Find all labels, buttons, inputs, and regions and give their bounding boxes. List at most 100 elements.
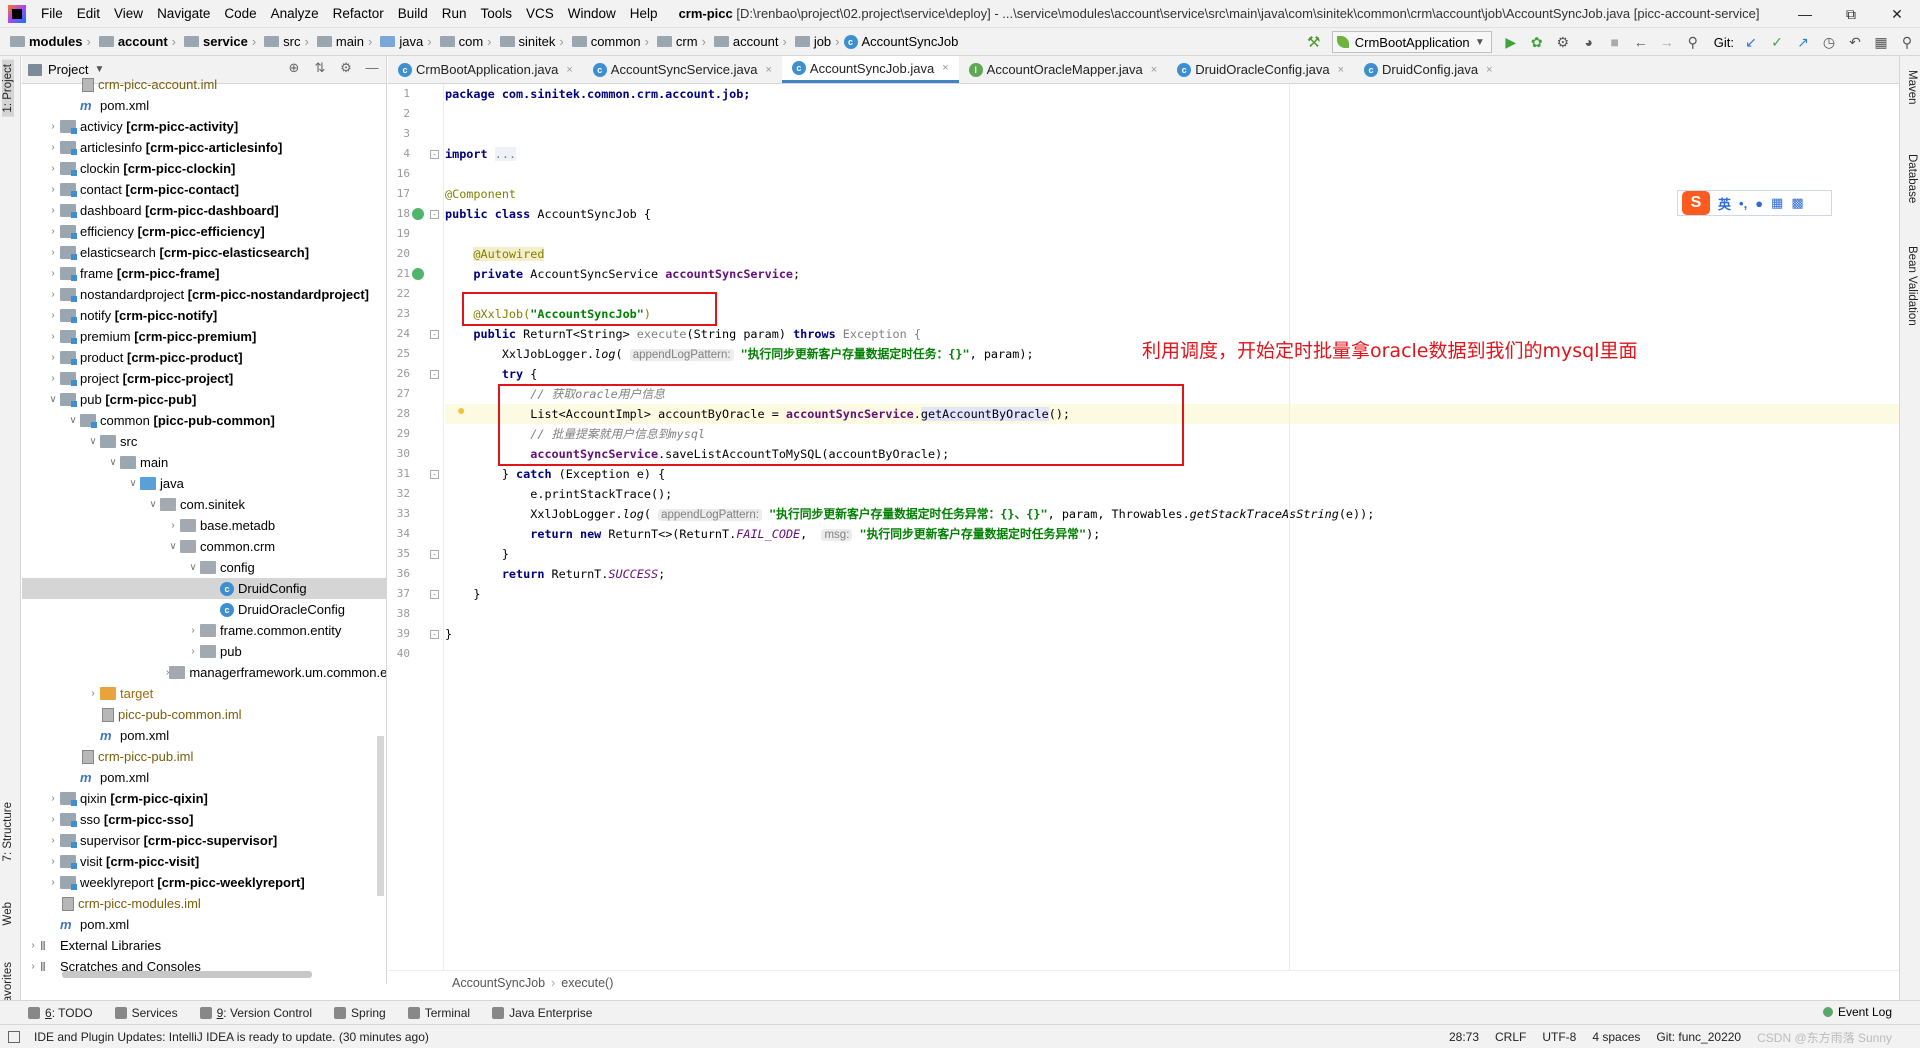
- menu-code[interactable]: Code: [217, 6, 263, 21]
- run-configuration-select[interactable]: CrmBootApplication ▼: [1331, 31, 1492, 53]
- indent-setting[interactable]: 4 spaces: [1592, 1030, 1640, 1044]
- tree-item[interactable]: ∨ pub [crm-picc-pub]: [22, 389, 386, 410]
- restore-icon[interactable]: ⧉: [1828, 0, 1874, 28]
- tree-vertical-scrollbar[interactable]: [377, 736, 384, 896]
- menu-build[interactable]: Build: [391, 6, 435, 21]
- close-icon[interactable]: ✕: [1874, 0, 1920, 28]
- tab-web[interactable]: Web: [2, 902, 14, 925]
- microphone-icon[interactable]: ●: [1755, 196, 1763, 211]
- chevron-right-icon[interactable]: ›: [46, 226, 60, 237]
- chevron-right-icon[interactable]: ›: [46, 310, 60, 321]
- lightbulb-icon[interactable]: ●: [457, 402, 469, 418]
- menu-file[interactable]: File: [34, 6, 70, 21]
- keyboard-icon[interactable]: ▦: [1771, 195, 1783, 211]
- tab-project[interactable]: 1: Project: [2, 60, 14, 117]
- chevron-right-icon[interactable]: ›: [46, 835, 60, 846]
- chevron-down-icon[interactable]: ∨: [186, 562, 200, 573]
- editor-tab[interactable]: c AccountSyncJob.java ×: [781, 56, 959, 83]
- tree-item[interactable]: m pom.xml: [22, 914, 386, 935]
- fold-icon[interactable]: -: [430, 210, 439, 219]
- chevron-right-icon[interactable]: ›: [46, 205, 60, 216]
- editor-tab[interactable]: c AccountSyncService.java ×: [583, 56, 782, 83]
- code-editor[interactable]: package com.sinitek.common.crm.account.j…: [445, 84, 1899, 970]
- tree-item[interactable]: › base.metadb: [22, 515, 386, 536]
- tree-item[interactable]: ∨ com.sinitek: [22, 494, 386, 515]
- chevron-right-icon[interactable]: ›: [186, 646, 200, 657]
- close-icon[interactable]: ×: [942, 62, 948, 74]
- back-icon[interactable]: ←: [1628, 31, 1654, 53]
- breadcrumb-item[interactable]: account: [708, 34, 781, 49]
- tree-item[interactable]: ∨ java: [22, 473, 386, 494]
- chevron-right-icon[interactable]: ›: [46, 877, 60, 888]
- editor-tab[interactable]: c DruidConfig.java ×: [1354, 56, 1503, 83]
- breadcrumb-item[interactable]: account: [93, 34, 170, 49]
- breadcrumb-item[interactable]: src: [258, 34, 302, 49]
- git-history-icon[interactable]: ◷: [1816, 31, 1842, 53]
- breadcrumb-item[interactable]: service: [178, 34, 250, 49]
- chevron-down-icon[interactable]: ∨: [166, 541, 180, 552]
- tree-item[interactable]: › visit [crm-picc-visit]: [22, 851, 386, 872]
- menu-help[interactable]: Help: [623, 6, 665, 21]
- search-everywhere-icon[interactable]: ⚲: [1680, 31, 1706, 53]
- tree-item[interactable]: m pom.xml: [22, 725, 386, 746]
- rollback-icon[interactable]: ↶: [1842, 31, 1868, 53]
- tree-item[interactable]: › frame.common.entity: [22, 620, 386, 641]
- tree-item[interactable]: ∨ common [picc-pub-common]: [22, 410, 386, 431]
- menu-window[interactable]: Window: [561, 6, 623, 21]
- tool-window-button[interactable]: Services: [114, 1006, 178, 1020]
- breadcrumb-class[interactable]: AccountSyncJob: [452, 976, 545, 990]
- line-separator[interactable]: CRLF: [1495, 1030, 1526, 1044]
- tree-item[interactable]: › activicy [crm-picc-activity]: [22, 116, 386, 137]
- tool-window-button[interactable]: 9: Version Control: [199, 1006, 312, 1020]
- tree-item[interactable]: › dashboard [crm-picc-dashboard]: [22, 200, 386, 221]
- tree-item[interactable]: › qixin [crm-picc-qixin]: [22, 788, 386, 809]
- tree-item[interactable]: c DruidConfig: [22, 578, 386, 599]
- tree-item[interactable]: › elasticsearch [crm-picc-elasticsearch]: [22, 242, 386, 263]
- chevron-down-icon[interactable]: ∨: [106, 457, 120, 468]
- chevron-right-icon[interactable]: ›: [46, 289, 60, 300]
- ime-punctuation[interactable]: •,: [1739, 196, 1747, 211]
- git-branch[interactable]: Git: func_20220: [1656, 1030, 1741, 1044]
- chevron-right-icon[interactable]: ›: [46, 247, 60, 258]
- menu-view[interactable]: View: [107, 6, 150, 21]
- debug-icon[interactable]: ✿: [1524, 31, 1550, 53]
- chevron-down-icon[interactable]: ∨: [126, 478, 140, 489]
- git-push-icon[interactable]: ↗: [1790, 31, 1816, 53]
- search-icon[interactable]: ⚲: [1894, 31, 1920, 53]
- tool-window-button[interactable]: Terminal: [407, 1006, 470, 1020]
- chevron-right-icon[interactable]: ›: [26, 961, 40, 972]
- chevron-right-icon[interactable]: ›: [46, 373, 60, 384]
- chevron-right-icon[interactable]: ›: [26, 940, 40, 951]
- run-icon[interactable]: ▶: [1498, 31, 1524, 53]
- tree-item[interactable]: ∨ main: [22, 452, 386, 473]
- caret-position[interactable]: 28:73: [1449, 1030, 1479, 1044]
- status-toggle-icon[interactable]: [8, 1030, 20, 1043]
- bean-gutter-icon[interactable]: [412, 208, 424, 220]
- menu-edit[interactable]: Edit: [70, 6, 107, 21]
- git-update-icon[interactable]: ↙: [1738, 31, 1764, 53]
- tree-item[interactable]: ∨ src: [22, 431, 386, 452]
- breadcrumb-item[interactable]: job: [789, 34, 833, 49]
- breadcrumb-item[interactable]: main: [311, 34, 366, 49]
- forward-icon[interactable]: →: [1654, 31, 1680, 53]
- breadcrumb-item[interactable]: sinitek: [494, 34, 558, 49]
- tool-window-button[interactable]: Java Enterprise: [492, 1006, 592, 1020]
- fold-icon[interactable]: -: [430, 330, 439, 339]
- tree-item[interactable]: ∨ common.crm: [22, 536, 386, 557]
- breadcrumb-item[interactable]: crm: [651, 34, 700, 49]
- tree-item[interactable]: m pom.xml: [22, 95, 386, 116]
- tree-item[interactable]: › premium [crm-picc-premium]: [22, 326, 386, 347]
- folded-imports[interactable]: ...: [494, 147, 517, 161]
- chevron-right-icon[interactable]: ›: [186, 625, 200, 636]
- menu-tools[interactable]: Tools: [474, 6, 520, 21]
- tab-maven[interactable]: Maven: [1906, 70, 1918, 105]
- fold-icon[interactable]: -: [430, 630, 439, 639]
- tree-item[interactable]: crm-picc-account.iml: [22, 74, 386, 95]
- event-log-button[interactable]: Event Log: [1822, 1005, 1892, 1019]
- tool-window-button[interactable]: Spring: [334, 1006, 386, 1020]
- close-icon[interactable]: ×: [566, 64, 572, 76]
- close-icon[interactable]: ×: [765, 64, 771, 76]
- breadcrumb-item[interactable]: common: [566, 34, 643, 49]
- editor-tab[interactable]: I AccountOracleMapper.java ×: [959, 56, 1168, 83]
- chevron-right-icon[interactable]: ›: [166, 520, 180, 531]
